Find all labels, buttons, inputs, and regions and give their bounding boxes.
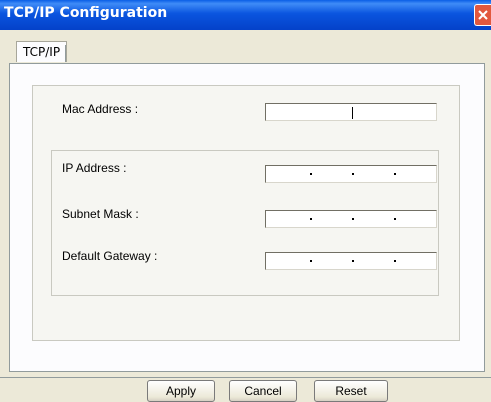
subnet-mask-field[interactable] xyxy=(265,210,437,228)
mac-address-field[interactable] xyxy=(265,103,437,121)
octet-separator xyxy=(310,173,312,175)
reset-button[interactable]: Reset xyxy=(314,380,388,402)
octet-separator xyxy=(352,173,354,175)
octet-separator xyxy=(310,218,312,220)
window-title: TCP/IP Configuration xyxy=(4,5,168,21)
octet-separator xyxy=(394,260,396,262)
title-bar[interactable]: TCP/IP Configuration xyxy=(0,0,491,30)
octet-separator xyxy=(394,173,396,175)
address-group: Mac Address : IP Address : Subnet Mask : xyxy=(32,85,460,341)
text-cursor xyxy=(352,107,353,119)
tab-divider xyxy=(65,45,67,62)
octet-separator xyxy=(310,260,312,262)
default-gateway-field[interactable] xyxy=(265,252,437,270)
tab-tcpip[interactable]: TCP/IP xyxy=(16,41,68,62)
tcpip-configuration-dialog: TCP/IP Configuration TCP/IP Mac Address … xyxy=(0,0,491,402)
subnet-mask-label: Subnet Mask : xyxy=(62,207,139,221)
ip-address-field[interactable] xyxy=(265,165,437,183)
footer-divider xyxy=(0,377,491,378)
apply-button[interactable]: Apply xyxy=(147,380,215,402)
octet-separator xyxy=(352,260,354,262)
close-icon xyxy=(478,10,488,20)
default-gateway-label: Default Gateway : xyxy=(62,249,158,263)
close-button[interactable] xyxy=(474,4,491,26)
mac-address-label: Mac Address : xyxy=(62,102,139,116)
octet-separator xyxy=(394,218,396,220)
ip-settings-group: IP Address : Subnet Mask : Default Gatew… xyxy=(51,150,439,296)
tab-tcpip-label: TCP/IP xyxy=(23,45,61,59)
cancel-button[interactable]: Cancel xyxy=(229,380,297,402)
tab-panel: Mac Address : IP Address : Subnet Mask : xyxy=(9,63,485,372)
octet-separator xyxy=(352,218,354,220)
ip-address-label: IP Address : xyxy=(62,161,127,175)
